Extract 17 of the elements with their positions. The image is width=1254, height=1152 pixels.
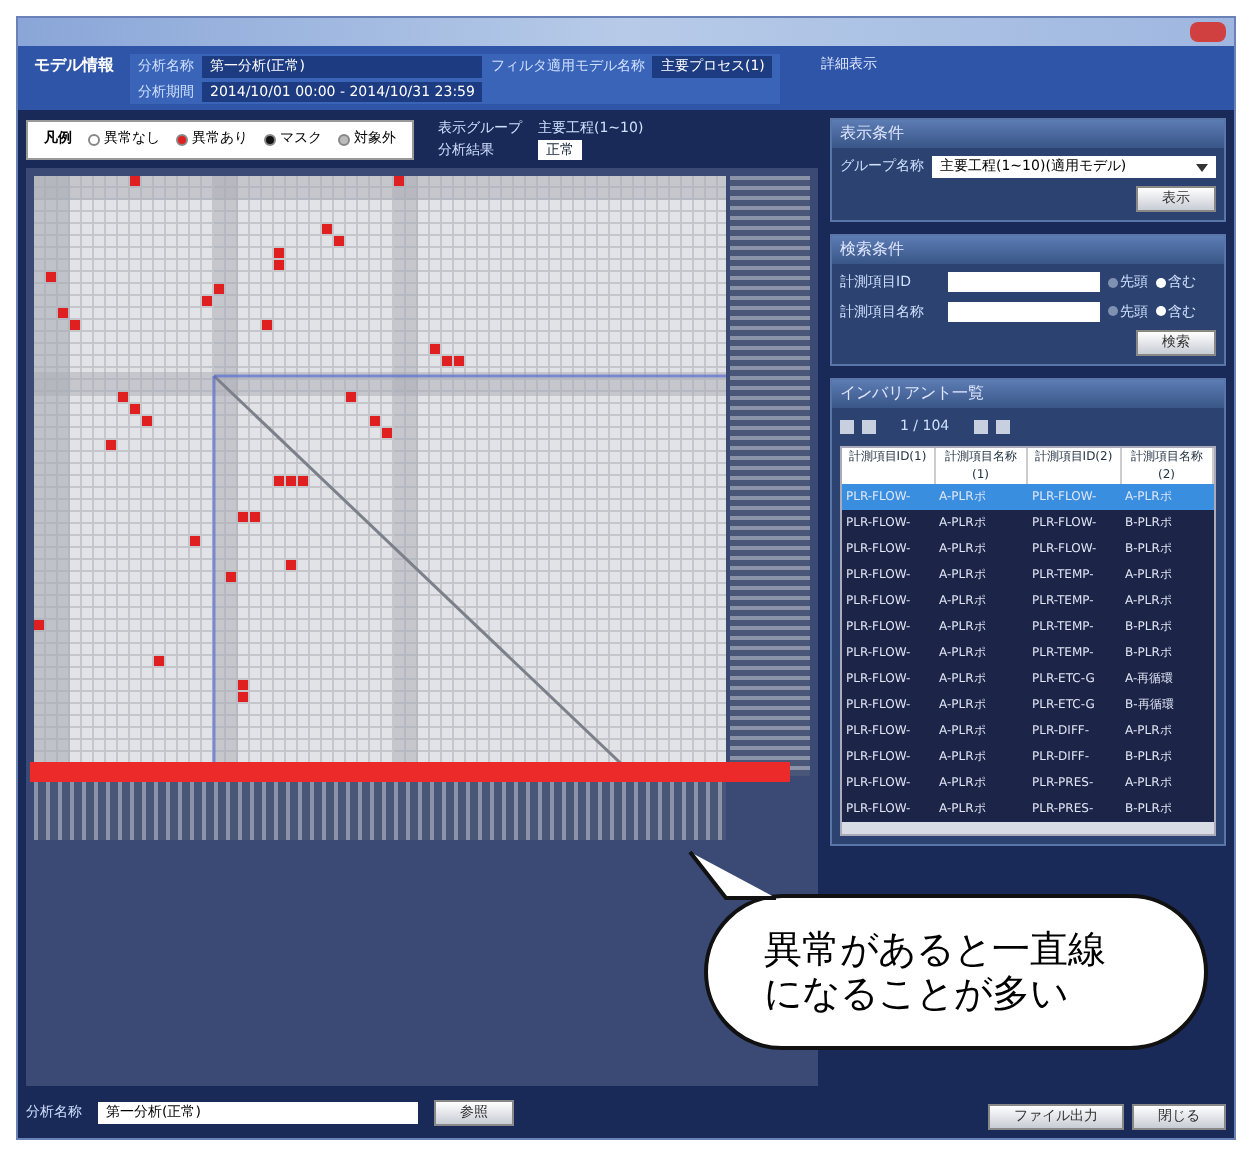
- radio-button[interactable]: [1156, 277, 1166, 288]
- panel-title: 表示条件: [832, 120, 1224, 148]
- header-label: モデル情報: [34, 54, 114, 78]
- caret-icon: [1196, 163, 1208, 171]
- next-page-icon[interactable]: [973, 419, 988, 434]
- panel-title: 検索条件: [832, 236, 1224, 264]
- radio-button[interactable]: [1156, 306, 1166, 317]
- prev-page-icon[interactable]: [862, 419, 876, 434]
- search-field[interactable]: [948, 272, 1100, 293]
- radio-button[interactable]: [1108, 277, 1118, 288]
- panel-title: インバリアント一覧: [832, 380, 1224, 408]
- callout-text: 異常があると一直線: [764, 928, 1108, 972]
- first-page-icon[interactable]: [840, 419, 854, 434]
- last-page-icon[interactable]: [995, 419, 1010, 434]
- search-field[interactable]: [948, 301, 1100, 322]
- radio-button[interactable]: [1108, 306, 1118, 317]
- callout-text: になることが多い: [764, 972, 1070, 1016]
